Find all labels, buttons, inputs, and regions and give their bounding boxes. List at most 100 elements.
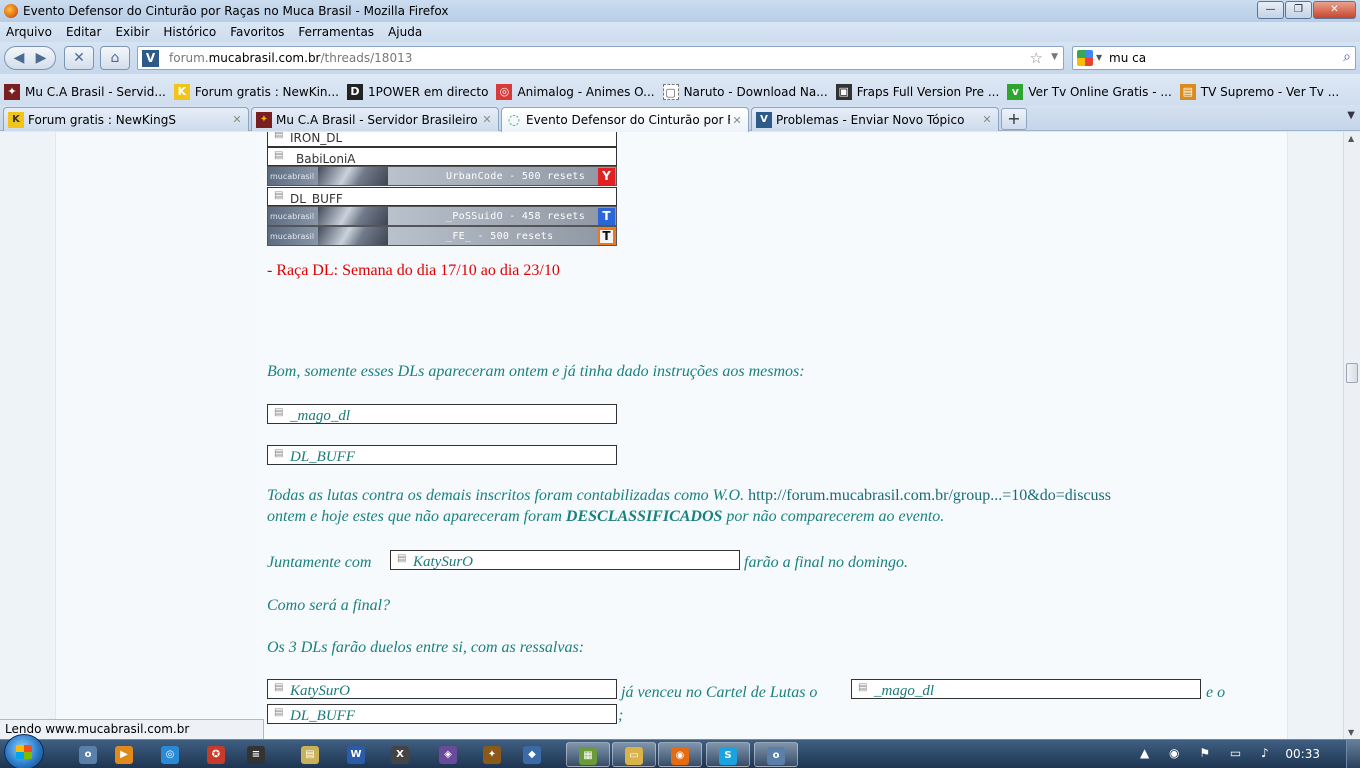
clock[interactable]: 00:33 bbox=[1285, 747, 1320, 761]
animalog-icon: ◎ bbox=[496, 83, 513, 100]
taskbar-orb-app[interactable]: o bbox=[70, 742, 106, 767]
bookmark-star-icon[interactable]: ☆ bbox=[1030, 49, 1043, 67]
signature-banner-possuido: mucabrasil _PoSSuidO - 458 resets T bbox=[267, 206, 617, 226]
mu-icon: ✦ bbox=[4, 83, 20, 100]
taskbar-terminal[interactable]: ≡ bbox=[238, 742, 274, 767]
virtualbox-icon: ◆ bbox=[523, 745, 541, 764]
home-button[interactable]: ⌂ bbox=[100, 46, 130, 70]
menu-bar: Arquivo Editar Exibir Histórico Favorito… bbox=[0, 22, 1360, 42]
vertical-scrollbar[interactable]: ▲ ▼ bbox=[1343, 132, 1360, 739]
tab-close-icon[interactable]: ✕ bbox=[980, 113, 994, 126]
system-tray: ▲ ◉ ⚑ ▭ ♪ 00:33 bbox=[1140, 740, 1360, 768]
search-icon[interactable]: ⌕ bbox=[1343, 49, 1351, 65]
maximize-button[interactable]: ❐ bbox=[1285, 1, 1312, 19]
group-link[interactable]: http://forum.mucabrasil.com.br/group...=… bbox=[748, 487, 1111, 504]
stop-button[interactable]: ✕ bbox=[64, 46, 94, 70]
tab-label: Problemas - Enviar Novo Tópico bbox=[776, 112, 965, 127]
taskbar-media-player[interactable]: ▶ bbox=[106, 742, 142, 767]
paragraph-juntamente-a: Juntamente com bbox=[267, 554, 372, 571]
site-favicon: V bbox=[142, 50, 159, 67]
word-icon: W bbox=[347, 745, 365, 764]
tab-forum-gratis[interactable]: K Forum gratis : NewKingS ✕ bbox=[3, 107, 249, 131]
banner-text: _FE_ - 500 resets bbox=[446, 231, 554, 242]
broken-image-icon: ▤ bbox=[274, 150, 284, 161]
tab-list-button[interactable]: ▼ bbox=[1347, 110, 1355, 121]
taskbar-game-red[interactable]: ✪ bbox=[198, 742, 234, 767]
tab-mu-ca-brasil[interactable]: ✦ Mu C.A Brasil - Servidor Brasileiro de… bbox=[251, 107, 499, 131]
taskbar-explorer[interactable]: ▦ bbox=[566, 742, 610, 767]
show-desktop-button[interactable] bbox=[1346, 740, 1360, 768]
taskbar-folder[interactable]: ▭ bbox=[612, 742, 656, 767]
scroll-down-icon[interactable]: ▼ bbox=[1348, 728, 1354, 737]
tab-evento-defensor[interactable]: ◌ Evento Defensor do Cinturão por Raç...… bbox=[501, 107, 749, 132]
taskbar-notepad[interactable]: ▤ bbox=[292, 742, 328, 767]
tab-close-icon[interactable]: ✕ bbox=[480, 113, 494, 126]
taskbar-skype[interactable]: S bbox=[706, 742, 750, 767]
terminal-icon: ≡ bbox=[247, 745, 265, 764]
taskbar-firefox[interactable]: ◉ bbox=[658, 742, 702, 767]
menu-arquivo[interactable]: Arquivo bbox=[0, 25, 59, 39]
tab-favicon: ✦ bbox=[256, 111, 272, 128]
tray-icons[interactable]: ▲ ◉ ⚑ ▭ ♪ bbox=[1140, 746, 1277, 760]
bookmark-label: Animalog - Animes O... bbox=[517, 84, 655, 99]
taskbar-orb-app-2[interactable]: o bbox=[754, 742, 798, 767]
paragraph-duelos: Os 3 DLs farão duelos entre si, com as r… bbox=[267, 639, 585, 656]
menu-ajuda[interactable]: Ajuda bbox=[381, 25, 429, 39]
back-button[interactable]: ◀ bbox=[8, 47, 30, 69]
firefox-icon: ◉ bbox=[671, 746, 689, 765]
forward-button[interactable]: ▶ bbox=[30, 47, 52, 69]
menu-ferramentas[interactable]: Ferramentas bbox=[291, 25, 381, 39]
tab-favicon: K bbox=[8, 111, 24, 128]
google-icon[interactable] bbox=[1077, 50, 1093, 66]
bookmark-item[interactable]: ◎ Animalog - Animes O... bbox=[496, 83, 655, 100]
taskbar-virtualbox[interactable]: ◆ bbox=[514, 742, 550, 767]
image-alt-text: _mago_dl bbox=[290, 408, 350, 424]
menu-historico[interactable]: Histórico bbox=[156, 25, 223, 39]
search-engine-dropdown-icon[interactable]: ▼ bbox=[1096, 53, 1102, 62]
tab-problemas[interactable]: V Problemas - Enviar Novo Tópico ✕ bbox=[751, 107, 999, 131]
start-button[interactable] bbox=[4, 734, 44, 768]
tab-close-icon[interactable]: ✕ bbox=[230, 113, 244, 126]
image-iron-dl: ▤ IRON_DL bbox=[267, 132, 617, 147]
bookmark-item[interactable]: v Ver Tv Online Gratis - ... bbox=[1007, 83, 1172, 100]
search-bar[interactable]: ▼ mu ca ⌕ bbox=[1072, 46, 1356, 70]
taskbar-word[interactable]: W bbox=[338, 742, 374, 767]
windows-taskbar: ▲ ◉ ⚑ ▭ ♪ 00:33 o ▶ ◎ ✪ ≡ ▤ W X ◈ ✦ ◆ ▦ ▭ ◉ So bbox=[0, 734, 1360, 768]
new-tab-button[interactable]: + bbox=[1001, 108, 1027, 130]
menu-exibir[interactable]: Exibir bbox=[108, 25, 156, 39]
url-bar[interactable]: V forum.mucabrasil.com.br/threads/18013 … bbox=[137, 46, 1064, 70]
paragraph-text: por não comparecerem ao evento. bbox=[726, 508, 945, 525]
image-katysuro: ▤ KatySurO bbox=[390, 550, 740, 570]
taskbar-shield-app[interactable]: ◈ bbox=[430, 742, 466, 767]
page-content: ▤ IRON_DL ▤ _BabiLoniA mucabrasil UrbanC… bbox=[0, 132, 1343, 739]
url-dropdown-icon[interactable]: ▼ bbox=[1051, 52, 1058, 62]
close-button[interactable]: ✕ bbox=[1313, 1, 1356, 19]
bookmark-item[interactable]: ▢ Naruto - Download Na... bbox=[662, 83, 828, 100]
bookmark-item[interactable]: ▣ Fraps Full Version Pre ... bbox=[835, 83, 999, 100]
taskbar-xfire[interactable]: X bbox=[382, 742, 418, 767]
bookmark-item[interactable]: D 1POWER em directo bbox=[346, 83, 488, 100]
url-text[interactable]: forum.mucabrasil.com.br/threads/18013 bbox=[169, 51, 412, 65]
paragraph-cartel: já venceu no Cartel de Lutas o bbox=[621, 684, 818, 701]
bookmark-item[interactable]: ▤ TV Supremo - Ver Tv ... bbox=[1179, 83, 1339, 100]
folder-icon: ▭ bbox=[625, 746, 643, 765]
tab-close-icon[interactable]: ✕ bbox=[730, 114, 744, 127]
search-input[interactable]: mu ca bbox=[1109, 51, 1146, 65]
loading-icon: ◌ bbox=[507, 112, 521, 128]
minimize-button[interactable]: — bbox=[1257, 1, 1284, 19]
bookmark-item[interactable]: ✦ Mu C.A Brasil - Servid... bbox=[4, 83, 166, 100]
broken-image-icon: ▤ bbox=[397, 553, 407, 564]
image-alt-text: _mago_dl bbox=[874, 683, 934, 699]
taskbar-mu-game[interactable]: ✦ bbox=[474, 742, 510, 767]
tab-label: Forum gratis : NewKingS bbox=[28, 112, 176, 127]
image-alt-text: KatySurO bbox=[413, 554, 473, 570]
menu-favoritos[interactable]: Favoritos bbox=[223, 25, 291, 39]
page-icon: ▢ bbox=[662, 83, 679, 100]
image-alt-text: KatySurO bbox=[290, 683, 350, 699]
taskbar-app-blue[interactable]: ◎ bbox=[152, 742, 188, 767]
bookmark-item[interactable]: K Forum gratis : NewKin... bbox=[173, 83, 339, 100]
menu-editar[interactable]: Editar bbox=[59, 25, 109, 39]
scrollbar-thumb[interactable] bbox=[1346, 363, 1358, 383]
race-heading: - Raça DL: Semana do dia 17/10 ao dia 23… bbox=[267, 262, 560, 279]
scroll-up-icon[interactable]: ▲ bbox=[1348, 134, 1354, 143]
